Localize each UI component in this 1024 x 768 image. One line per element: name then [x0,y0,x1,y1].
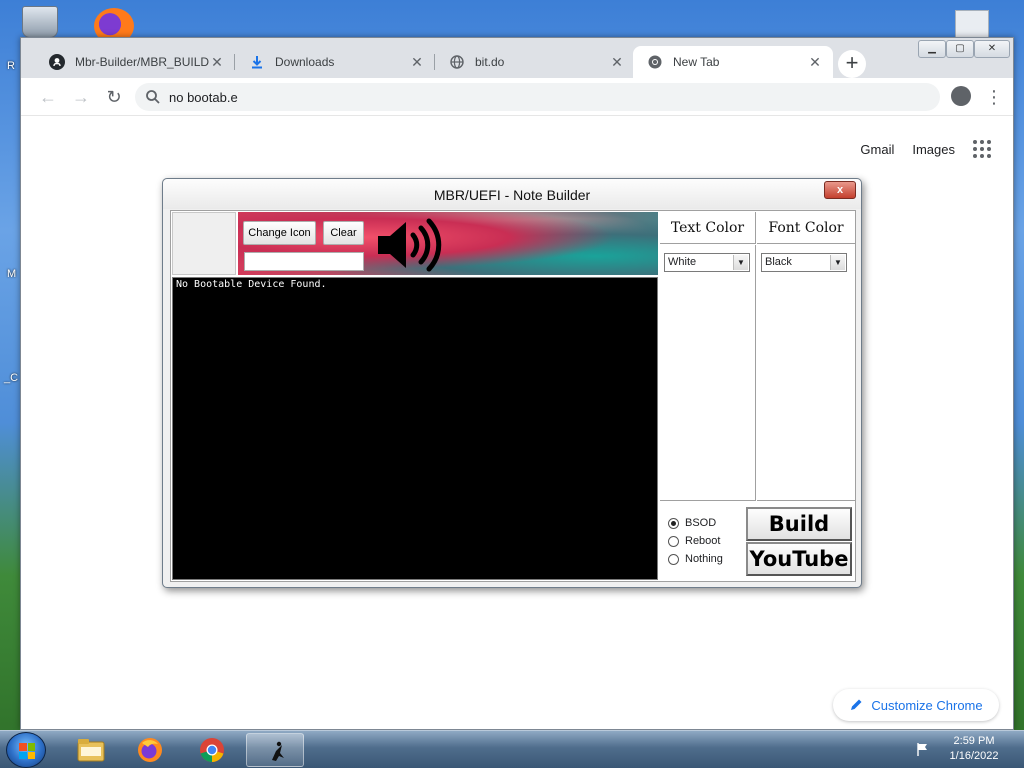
font-color-column: Black ▼ [757,245,855,501]
pencil-icon [851,699,862,710]
clock-date: 1/16/2022 [949,750,999,762]
customize-chrome-button[interactable]: Customize Chrome [833,689,999,721]
document-desktop-icon[interactable] [955,10,989,40]
dialog-title: MBR/UEFI - Note Builder [163,179,861,209]
images-link[interactable]: Images [912,142,955,157]
chrome-icon [200,738,224,762]
tab-strip: Mbr-Builder/MBR_BUILDI ✕ Downloads ✕ bit… [21,38,1013,78]
address-bar[interactable] [135,83,940,111]
menu-kebab-icon[interactable]: ⋮ [985,85,1003,109]
desktop-label-1: R [7,60,15,72]
tab-title: Mbr-Builder/MBR_BUILDI [75,55,209,69]
start-button[interactable] [6,732,46,768]
close-window-button[interactable]: ✕ [974,40,1010,58]
icon-preview [172,212,236,275]
forward-button[interactable]: → [69,86,93,108]
text-color-header: Text Color [660,212,756,244]
minimize-button[interactable]: ▁ [918,40,946,58]
app-icon [272,741,284,761]
google-apps-icon[interactable] [973,140,991,158]
speaker-icon[interactable] [374,216,444,274]
search-icon [146,90,160,104]
font-color-value: Black [765,256,792,268]
tab-title: bit.do [475,55,505,69]
radio-label: Reboot [685,535,721,547]
taskbar: 2:59 PM 1/16/2022 [0,730,1024,768]
chrome-icon [647,54,663,70]
firefox-icon [138,738,162,762]
banner: Change Icon Clear [238,212,658,275]
action-radio-group: BSOD Reboot Nothing [668,514,723,568]
text-color-column: White ▼ [660,245,756,501]
icon-path-input[interactable] [244,252,364,271]
radio-reboot[interactable]: Reboot [668,532,723,550]
clock-time: 2:59 PM [953,735,995,747]
radio-nothing[interactable]: Nothing [668,550,723,568]
globe-icon [449,54,465,70]
windows-logo-icon [19,743,35,759]
chevron-down-icon: ▼ [733,255,748,270]
taskbar-chrome[interactable] [183,733,241,767]
dialog-close-button[interactable]: x [824,181,856,199]
desktop-label-2: M [7,268,17,280]
profile-avatar[interactable] [951,86,971,106]
clear-button[interactable]: Clear [323,221,364,245]
tab-bitdo[interactable]: bit.do ✕ [435,46,635,78]
radio-dot[interactable] [668,553,679,565]
gmail-link[interactable]: Gmail [860,142,894,157]
system-clock[interactable]: 2:59 PM 1/16/2022 [938,734,1010,764]
customize-label: Customize Chrome [871,697,983,713]
radio-dot[interactable] [668,535,679,547]
note-builder-dialog: MBR/UEFI - Note Builder x Change Icon Cl… [162,178,862,588]
tab-title: Downloads [275,55,335,69]
dialog-body: Change Icon Clear No Bootable Device Fou… [170,210,856,582]
back-button[interactable]: ← [36,86,60,108]
build-button[interactable]: Build [746,507,852,541]
ntp-header-links: Gmail Images [860,140,991,158]
font-color-select[interactable]: Black ▼ [761,253,847,272]
maximize-button[interactable]: ▢ [946,40,974,58]
tab-title: New Tab [673,55,720,69]
close-tab-icon[interactable]: ✕ [807,54,823,70]
close-tab-icon[interactable]: ✕ [609,54,625,70]
radio-dot[interactable] [668,517,679,529]
explorer-icon [77,739,105,762]
youtube-button[interactable]: YouTube [746,542,852,576]
tab-new-tab[interactable]: New Tab ✕ [633,46,833,78]
console-preview[interactable]: No Bootable Device Found. [172,277,658,580]
change-icon-button[interactable]: Change Icon [243,221,316,245]
radio-label: Nothing [685,553,723,565]
reload-button[interactable]: ↻ [102,86,126,108]
close-tab-icon[interactable]: ✕ [409,54,425,70]
new-tab-button[interactable]: + [838,50,866,78]
tab-github[interactable]: Mbr-Builder/MBR_BUILDI ✕ [35,46,235,78]
recycle-bin-icon[interactable] [22,6,58,38]
chevron-down-icon: ▼ [830,255,845,270]
action-center-icon[interactable] [915,741,931,757]
browser-toolbar: ← → ↻ ⋮ [21,78,1013,116]
taskbar-note-builder[interactable] [246,733,304,767]
radio-label: BSOD [685,517,717,529]
desktop-label-3: _C [4,372,19,384]
text-color-value: White [668,256,697,268]
taskbar-firefox[interactable] [121,733,179,767]
font-color-header: Font Color [757,212,855,244]
address-input[interactable] [169,89,769,105]
radio-bsod[interactable]: BSOD [668,514,723,532]
close-tab-icon[interactable]: ✕ [209,54,225,70]
download-icon [249,54,265,70]
github-icon [49,54,65,70]
text-color-select[interactable]: White ▼ [664,253,750,272]
tab-downloads[interactable]: Downloads ✕ [235,46,435,78]
taskbar-explorer[interactable] [62,733,120,767]
